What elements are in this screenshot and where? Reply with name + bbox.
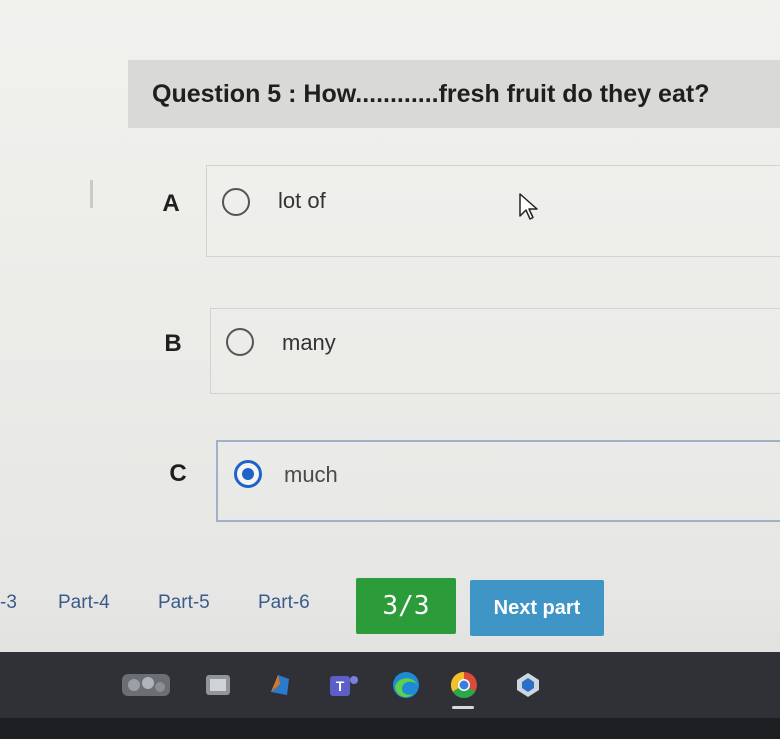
svg-text:T: T bbox=[336, 678, 345, 694]
question-text: Question 5 : How............fresh fruit … bbox=[152, 80, 710, 108]
option-c-label[interactable]: much bbox=[284, 462, 338, 488]
divider bbox=[90, 180, 93, 208]
edge-icon[interactable] bbox=[388, 668, 424, 702]
teams-icon[interactable]: T bbox=[326, 668, 362, 702]
mouse-pointer-icon bbox=[519, 193, 538, 220]
chrome-icon[interactable] bbox=[446, 668, 482, 702]
office-icon[interactable] bbox=[262, 668, 298, 702]
part-6-link[interactable]: Part-6 bbox=[258, 592, 310, 614]
option-b-radio[interactable] bbox=[226, 328, 254, 356]
option-a-label[interactable]: lot of bbox=[278, 188, 326, 214]
app-icon[interactable] bbox=[510, 668, 546, 702]
part-5-link[interactable]: Part-5 bbox=[158, 592, 210, 614]
taskbar-edge bbox=[0, 718, 780, 739]
next-part-button[interactable]: Next part bbox=[470, 580, 604, 636]
part-3-link[interactable]: -3 bbox=[0, 592, 17, 614]
part-4-link[interactable]: Part-4 bbox=[58, 592, 110, 614]
option-a-letter: A bbox=[162, 190, 180, 217]
option-c-radio[interactable] bbox=[234, 460, 262, 488]
option-a-radio[interactable] bbox=[222, 188, 250, 216]
gallery-app-icon[interactable] bbox=[120, 668, 172, 702]
active-app-indicator bbox=[452, 706, 474, 709]
whiteboard-icon[interactable] bbox=[200, 668, 236, 702]
page-counter: 3/3 bbox=[356, 578, 456, 634]
option-b-letter: B bbox=[164, 330, 182, 357]
option-b-label[interactable]: many bbox=[282, 330, 336, 356]
option-c-letter: C bbox=[169, 460, 187, 487]
